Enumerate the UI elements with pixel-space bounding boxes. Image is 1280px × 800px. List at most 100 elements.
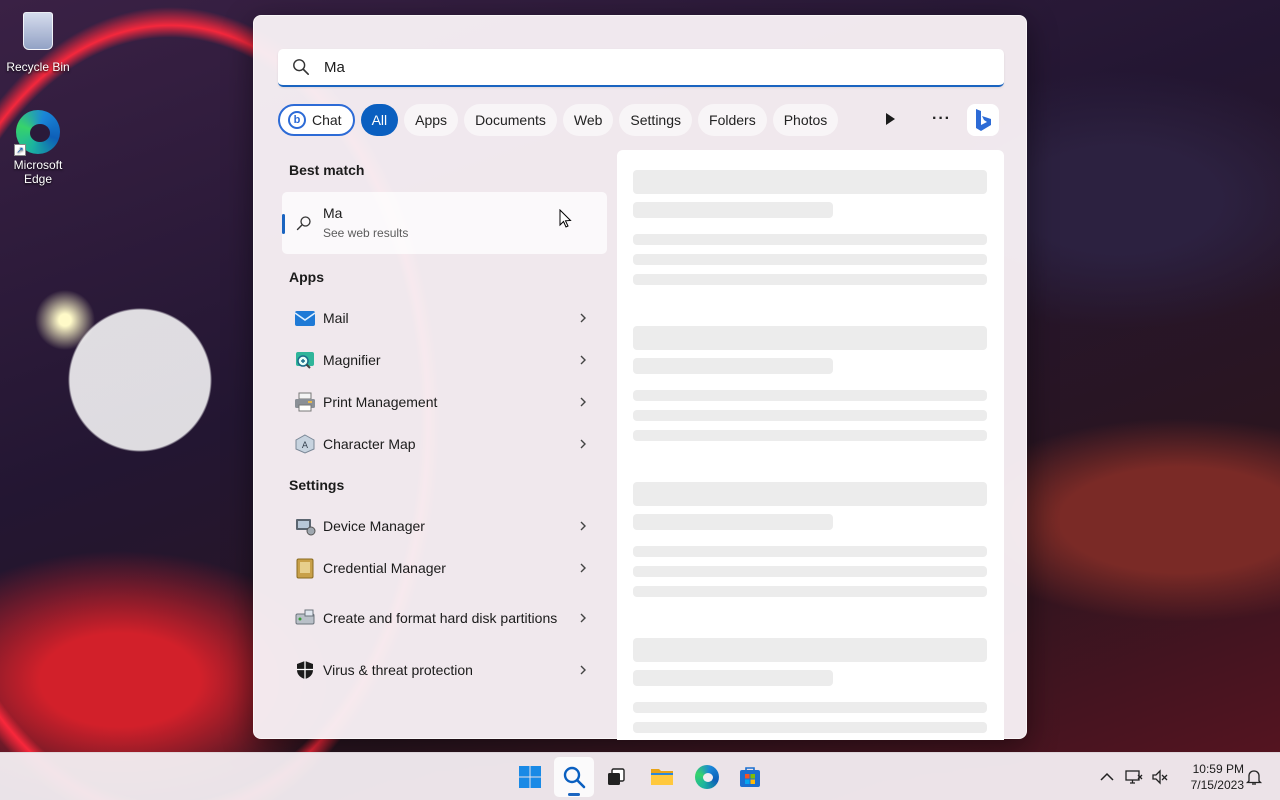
character-map-icon: A xyxy=(295,434,315,454)
filter-all[interactable]: All xyxy=(360,104,399,136)
skeleton-bar xyxy=(633,566,987,577)
desktop-icon-label: Microsoft Edge xyxy=(13,158,63,186)
result-label: Character Map xyxy=(323,436,416,452)
skeleton-bar xyxy=(633,202,833,218)
settings-heading: Settings xyxy=(289,477,345,493)
result-label: Magnifier xyxy=(323,352,381,368)
skeleton-bar xyxy=(633,722,987,733)
filter-apps[interactable]: Apps xyxy=(404,104,459,136)
chevron-right-icon[interactable] xyxy=(577,438,589,450)
search-input[interactable] xyxy=(324,58,924,76)
search-icon xyxy=(563,766,586,789)
skeleton-bar xyxy=(633,514,833,530)
more-options-button[interactable]: ··· xyxy=(932,110,951,128)
settings-result-disk-partitions[interactable]: Create and format hard disk partitions xyxy=(282,594,607,642)
mouse-cursor-icon xyxy=(559,209,572,228)
file-explorer-button[interactable] xyxy=(642,757,682,797)
skeleton-bar xyxy=(633,546,987,557)
app-result-print-management[interactable]: Print Management xyxy=(282,382,607,422)
task-view-button[interactable] xyxy=(596,757,636,797)
start-search-panel: b Chat All Apps Documents Web Settings F… xyxy=(253,15,1027,740)
app-result-character-map[interactable]: A Character Map xyxy=(282,424,607,464)
start-icon xyxy=(519,766,541,788)
edge-icon xyxy=(695,765,719,789)
skeleton-bar xyxy=(633,430,987,441)
filter-chat[interactable]: b Chat xyxy=(278,104,355,136)
filter-label: Settings xyxy=(630,112,682,128)
best-match-subtitle: See web results xyxy=(323,226,409,240)
app-result-magnifier[interactable]: Magnifier xyxy=(282,340,607,380)
bing-button[interactable] xyxy=(967,104,999,136)
chevron-right-icon[interactable] xyxy=(577,562,589,574)
result-label: Virus & threat protection xyxy=(323,662,473,678)
web-search-icon xyxy=(296,216,311,231)
filter-settings[interactable]: Settings xyxy=(619,104,693,136)
credential-manager-icon xyxy=(296,558,314,579)
mail-icon xyxy=(294,311,316,326)
skeleton-bar xyxy=(633,482,987,506)
search-icon xyxy=(293,59,310,76)
edge-taskbar-button[interactable] xyxy=(687,757,727,797)
svg-text:A: A xyxy=(302,441,309,451)
settings-result-device-manager[interactable]: Device Manager xyxy=(282,506,607,546)
filter-label: Apps xyxy=(415,112,448,128)
settings-result-virus-protection[interactable]: Virus & threat protection xyxy=(282,650,607,690)
desktop-icon-recycle-bin[interactable]: Recycle Bin xyxy=(0,8,76,74)
filter-web[interactable]: Web xyxy=(562,104,614,136)
edge-icon: ↗ xyxy=(14,110,60,156)
filter-label: All xyxy=(371,112,388,128)
skeleton-bar xyxy=(633,274,987,285)
device-manager-icon xyxy=(296,519,316,536)
chevron-right-icon[interactable] xyxy=(577,396,589,408)
skeleton-bar xyxy=(633,702,987,713)
filter-label: Chat xyxy=(312,112,342,128)
chevron-right-icon[interactable] xyxy=(577,354,589,366)
bing-chat-icon: b xyxy=(288,111,306,129)
best-match-web-result[interactable]: Ma See web results xyxy=(282,192,607,254)
recycle-bin-icon xyxy=(16,12,60,56)
filter-label: Folders xyxy=(709,112,756,128)
chevron-right-icon[interactable] xyxy=(577,612,589,624)
result-label: Credential Manager xyxy=(323,560,446,576)
filter-photos[interactable]: Photos xyxy=(772,104,839,136)
magnifier-icon xyxy=(296,352,314,369)
settings-result-credential-manager[interactable]: Credential Manager xyxy=(282,548,607,588)
store-button[interactable] xyxy=(730,757,770,797)
task-view-icon xyxy=(608,768,625,785)
skeleton-bar xyxy=(633,358,833,374)
skeleton-bar xyxy=(633,326,987,350)
skeleton-bar xyxy=(633,638,987,662)
start-button[interactable] xyxy=(510,757,550,797)
taskbar-search-button[interactable] xyxy=(554,757,594,797)
skeleton-bar xyxy=(633,670,833,686)
show-hidden-icons-chevron-up-icon[interactable] xyxy=(1097,767,1117,787)
filter-folders[interactable]: Folders xyxy=(698,104,767,136)
desktop-icon-edge[interactable]: ↗ Microsoft Edge xyxy=(0,110,76,186)
filter-documents[interactable]: Documents xyxy=(464,104,557,136)
skeleton-bar xyxy=(633,410,987,421)
scroll-filters-right-icon[interactable] xyxy=(883,112,897,126)
chevron-right-icon[interactable] xyxy=(577,520,589,532)
clock-time: 10:59 PM xyxy=(1192,762,1244,776)
skeleton-bar xyxy=(633,254,987,265)
desktop-icon-label: Recycle Bin xyxy=(6,60,70,74)
search-box[interactable] xyxy=(278,49,1004,87)
notifications-icon[interactable] xyxy=(1244,767,1264,787)
system-clock[interactable]: 10:59 PM 7/15/2023 xyxy=(1176,761,1244,793)
filter-label: Web xyxy=(573,112,603,128)
bing-icon xyxy=(976,109,991,131)
filter-label: Documents xyxy=(475,112,546,128)
app-result-mail[interactable]: Mail xyxy=(282,298,607,338)
result-label: Mail xyxy=(323,310,349,326)
clock-date: 7/15/2023 xyxy=(1190,778,1244,792)
filter-bar: b Chat All Apps Documents Web Settings F… xyxy=(278,103,844,137)
disk-partitions-icon xyxy=(295,609,315,625)
shield-icon xyxy=(297,661,313,679)
skeleton-bar xyxy=(633,234,987,245)
network-icon[interactable] xyxy=(1124,767,1144,787)
apps-heading: Apps xyxy=(289,269,324,285)
chevron-right-icon[interactable] xyxy=(577,312,589,324)
chevron-right-icon[interactable] xyxy=(577,664,589,676)
volume-muted-icon[interactable] xyxy=(1150,767,1170,787)
result-label: Create and format hard disk partitions xyxy=(323,610,558,626)
